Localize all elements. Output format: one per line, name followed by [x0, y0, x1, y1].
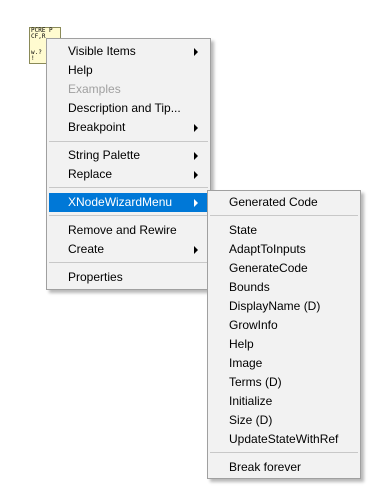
submenu-arrow-icon [194, 48, 198, 56]
menu-item-label: Initialize [229, 394, 273, 408]
submenu-item-size[interactable]: Size (D) [210, 411, 358, 430]
menu-separator [49, 141, 208, 142]
menu-item-create[interactable]: Create [49, 240, 208, 259]
submenu-item-update-state-with-ref[interactable]: UpdateStateWithRef [210, 430, 358, 449]
submenu-arrow-icon [194, 152, 198, 160]
menu-item-properties[interactable]: Properties [49, 268, 208, 287]
menu-item-label: Replace [68, 167, 113, 181]
menu-item-label: GenerateCode [229, 261, 308, 275]
submenu-item-initialize[interactable]: Initialize [210, 392, 358, 411]
menu-item-label: Generated Code [229, 195, 318, 209]
submenu-item-help[interactable]: Help [210, 335, 358, 354]
submenu-arrow-icon [194, 199, 198, 207]
menu-item-xnode-wizard-menu[interactable]: XNodeWizardMenu [49, 193, 208, 212]
menu-item-label: State [229, 223, 258, 237]
menu-item-string-palette[interactable]: String Palette [49, 146, 208, 165]
menu-separator [49, 215, 208, 216]
xnode-wizard-submenu: Generated Code State AdaptToInputs Gener… [207, 190, 361, 479]
menu-item-breakpoint[interactable]: Breakpoint [49, 118, 208, 137]
menu-item-label: Description and Tip... [68, 101, 181, 115]
menu-item-remove-and-rewire[interactable]: Remove and Rewire [49, 221, 208, 240]
menu-item-examples: Examples [49, 80, 208, 99]
menu-separator [49, 262, 208, 263]
menu-item-label: DisplayName (D) [229, 299, 321, 313]
node-body-text: w.? ! [31, 49, 42, 62]
menu-item-help[interactable]: Help [49, 61, 208, 80]
submenu-arrow-icon [194, 246, 198, 254]
menu-item-label: Visible Items [68, 44, 136, 58]
menu-item-label: Properties [68, 270, 123, 284]
submenu-item-generated-code[interactable]: Generated Code [210, 193, 358, 212]
menu-item-label: XNodeWizardMenu [68, 195, 173, 209]
submenu-arrow-icon [194, 124, 198, 132]
menu-separator [210, 215, 358, 216]
submenu-item-adapt-to-inputs[interactable]: AdaptToInputs [210, 240, 358, 259]
menu-item-label: Break forever [229, 460, 302, 474]
submenu-item-image[interactable]: Image [210, 354, 358, 373]
context-menu: Visible Items Help Examples Description … [46, 38, 211, 290]
menu-separator [49, 187, 208, 188]
menu-item-label: Remove and Rewire [68, 223, 177, 237]
menu-item-visible-items[interactable]: Visible Items [49, 42, 208, 61]
submenu-item-bounds[interactable]: Bounds [210, 278, 358, 297]
menu-item-label: String Palette [68, 148, 141, 162]
menu-item-label: Bounds [229, 280, 270, 294]
submenu-item-terms[interactable]: Terms (D) [210, 373, 358, 392]
menu-item-label: Breakpoint [68, 120, 126, 134]
menu-item-label: GrowInfo [229, 318, 278, 332]
menu-item-description-and-tip[interactable]: Description and Tip... [49, 99, 208, 118]
submenu-item-display-name[interactable]: DisplayName (D) [210, 297, 358, 316]
submenu-item-generate-code[interactable]: GenerateCode [210, 259, 358, 278]
submenu-arrow-icon [194, 171, 198, 179]
menu-item-label: Create [68, 242, 105, 256]
menu-separator [210, 452, 358, 453]
submenu-item-break-forever[interactable]: Break forever [210, 458, 358, 477]
submenu-item-grow-info[interactable]: GrowInfo [210, 316, 358, 335]
menu-item-label: Size (D) [229, 413, 273, 427]
menu-item-label: AdaptToInputs [229, 242, 306, 256]
menu-item-label: Image [229, 356, 263, 370]
menu-item-label: Help [229, 337, 254, 351]
menu-item-label: UpdateStateWithRef [229, 432, 339, 446]
menu-item-label: Help [68, 63, 93, 77]
menu-item-label: Terms (D) [229, 375, 282, 389]
submenu-item-state[interactable]: State [210, 221, 358, 240]
menu-item-replace[interactable]: Replace [49, 165, 208, 184]
menu-item-label: Examples [68, 82, 121, 96]
